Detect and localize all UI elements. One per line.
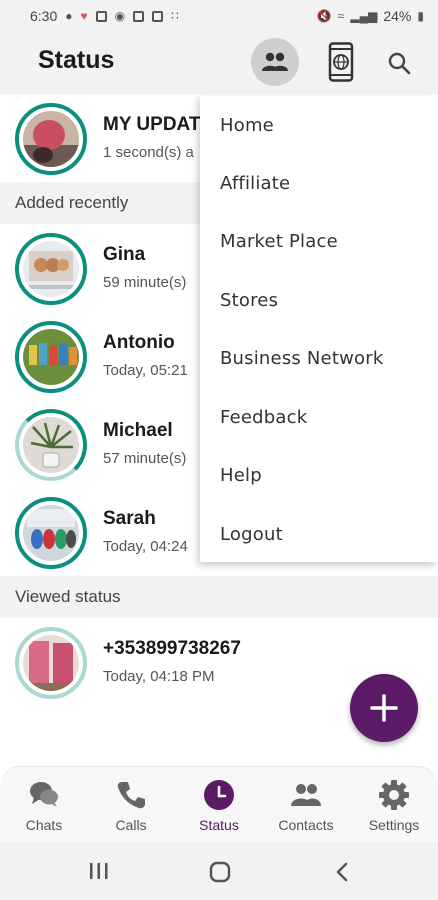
battery-icon: ▮ — [417, 9, 424, 23]
back-icon[interactable] — [334, 862, 350, 882]
avatar — [23, 635, 79, 691]
my-status-ring — [15, 103, 87, 175]
menu-item-home[interactable]: Home — [220, 115, 274, 136]
status-time: Today, 04:18 PM — [103, 668, 215, 685]
image-icon — [133, 10, 145, 22]
status-ring — [15, 321, 87, 393]
contact-name: MY UPDAT — [103, 114, 201, 135]
battery-text: 24% — [383, 8, 412, 24]
menu-item-logout[interactable]: Logout — [220, 524, 283, 545]
nav-label: Settings — [368, 817, 420, 833]
phone-icon — [117, 782, 145, 809]
avatar — [23, 505, 79, 561]
wifi-icon: ≈ — [337, 9, 345, 23]
menu-item-market-place[interactable]: Market Place — [220, 231, 338, 252]
status-time: 57 minute(s) — [103, 450, 187, 467]
nav-label: Status — [199, 817, 239, 833]
search-button[interactable] — [382, 46, 416, 80]
clock-text: 6:30 — [30, 8, 58, 24]
system-navigation-bar — [0, 842, 438, 900]
nav-item-settings[interactable]: Settings — [354, 777, 434, 837]
nav-label: Chats — [25, 817, 63, 833]
system-status-bar: 6:30 ● ♥ ◉ ∷ 🔇 ≈ ▂▄▆ 24% ▮ — [0, 0, 438, 32]
nav-item-status[interactable]: Status — [179, 777, 259, 837]
contacts-icon — [291, 784, 321, 806]
contact-name: Michael — [103, 420, 173, 441]
mute-icon: 🔇 — [316, 9, 332, 23]
notification-icon: ● — [65, 9, 73, 23]
menu-item-stores[interactable]: Stores — [220, 290, 278, 311]
heart-icon: ♥ — [80, 9, 88, 23]
avatar — [23, 241, 79, 297]
nav-label: Calls — [115, 817, 147, 833]
contact-name: +353899738267 — [103, 638, 241, 659]
home-icon[interactable] — [209, 861, 231, 883]
status-time: 1 second(s) a — [103, 144, 194, 161]
groups-button[interactable] — [251, 38, 299, 86]
overflow-menu: Home Affiliate Market Place Stores Busin… — [200, 96, 438, 562]
message-icon — [152, 10, 164, 22]
avatar — [23, 417, 79, 473]
nav-item-contacts[interactable]: Contacts — [266, 777, 346, 837]
status-ring — [15, 497, 87, 569]
status-time: Today, 05:21 — [103, 362, 188, 379]
web-phone-button[interactable] — [322, 40, 360, 84]
contact-name: Sarah — [103, 508, 156, 529]
menu-item-help[interactable]: Help — [220, 465, 262, 486]
menu-item-affiliate[interactable]: Affiliate — [220, 173, 290, 194]
contact-name: Antonio — [103, 332, 175, 353]
search-icon — [388, 52, 411, 75]
app-bar: Status — [0, 32, 438, 94]
chat-icon — [30, 782, 58, 807]
signal-icon: ▂▄▆ — [350, 9, 378, 23]
section-header-viewed: Viewed status — [0, 576, 438, 618]
avatar — [23, 329, 79, 385]
clock-icon — [204, 780, 234, 810]
status-ring — [15, 233, 87, 305]
info-icon: ◉ — [114, 9, 126, 23]
contact-name: Gina — [103, 244, 146, 265]
add-status-button[interactable] — [350, 674, 418, 742]
avatar — [23, 111, 79, 167]
people-icon — [262, 52, 288, 71]
nav-item-chats[interactable]: Chats — [4, 777, 84, 837]
status-ring — [15, 627, 87, 699]
bottom-navigation: Chats Calls Status Contacts Settings — [0, 766, 438, 842]
gear-icon — [379, 780, 409, 810]
page-title: Status — [38, 46, 115, 74]
nav-item-calls[interactable]: Calls — [91, 777, 171, 837]
phone-globe-icon — [328, 42, 354, 82]
more-notifications-icon: ∷ — [171, 9, 179, 23]
status-time: 59 minute(s) — [103, 274, 187, 291]
plus-icon — [370, 694, 398, 722]
status-ring — [15, 409, 87, 481]
status-time: Today, 04:24 — [103, 538, 188, 555]
nav-label: Contacts — [278, 817, 334, 833]
app-notification-icon — [95, 10, 107, 22]
menu-item-business-network[interactable]: Business Network — [220, 348, 383, 369]
menu-item-feedback[interactable]: Feedback — [220, 407, 307, 428]
recent-apps-icon[interactable] — [88, 862, 110, 880]
